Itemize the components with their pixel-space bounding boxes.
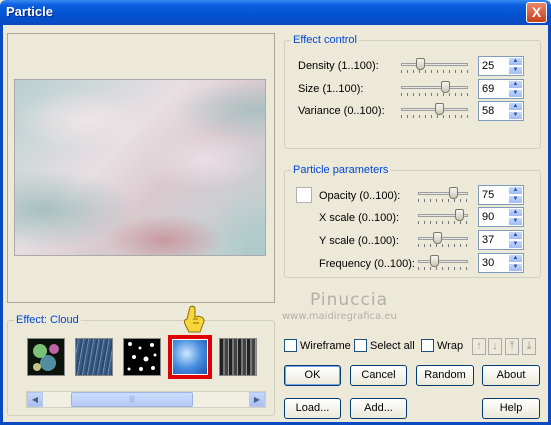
title-bar: Particle X [0,0,551,25]
wrap-checkbox[interactable] [421,339,434,352]
size-slider-thumb[interactable] [441,81,450,93]
y-scale-up-icon[interactable]: ▲ [508,231,523,240]
effect-thumb-smoke[interactable] [219,338,257,376]
density-label: Density (1..100): [298,60,379,72]
bubbles-icon [33,344,59,371]
move-bottom-icon[interactable]: ⤓ [522,338,536,355]
variance-slider[interactable] [401,103,468,118]
opacity-slider[interactable] [418,187,468,202]
help-button[interactable]: Help [482,398,540,419]
frequency-slider[interactable] [418,255,468,270]
effect-thumb-stars[interactable] [123,338,161,376]
size-spinbox[interactable]: 69 ▲ ▼ [478,79,524,99]
x-scale-slider[interactable] [418,209,468,224]
opacity-label: Opacity (0..100): [319,190,401,202]
scrollbar-thumb[interactable]: ||| [71,392,193,407]
effect-control-legend: Effect control [291,34,359,46]
frequency-slider-thumb[interactable] [430,255,439,267]
y-scale-spinbox[interactable]: 37 ▲ ▼ [478,230,524,250]
effect-scrollbar[interactable]: ◀ ||| ▶ [26,391,266,408]
y-scale-label: Y scale (0..100): [319,235,399,247]
effect-thumb-bubbles[interactable] [27,338,65,376]
opacity-checkbox[interactable] [296,187,312,203]
effect-legend: Effect: Cloud [14,314,81,326]
wireframe-label: Wireframe [300,340,351,352]
variance-up-icon[interactable]: ▲ [508,102,523,111]
wrap-label: Wrap [437,340,464,352]
x-scale-down-icon[interactable]: ▼ [508,217,523,226]
size-up-icon[interactable]: ▲ [508,80,523,89]
y-scale-down-icon[interactable]: ▼ [508,240,523,249]
particle-parameters-legend: Particle parameters [291,164,391,176]
density-up-icon[interactable]: ▲ [508,57,523,66]
density-slider[interactable] [401,58,468,73]
frequency-down-icon[interactable]: ▼ [508,263,523,272]
wireframe-checkbox[interactable] [284,339,297,352]
y-scale-value[interactable]: 37 [482,234,494,246]
stars-icon [127,342,157,371]
variance-spinbox[interactable]: 58 ▲ ▼ [478,101,524,121]
move-top-icon[interactable]: ⤒ [505,338,519,355]
density-down-icon[interactable]: ▼ [508,66,523,75]
add-button[interactable]: Add... [350,398,407,419]
frequency-spinbox[interactable]: 30 ▲ ▼ [478,253,524,273]
x-scale-spinbox[interactable]: 90 ▲ ▼ [478,207,524,227]
frequency-value[interactable]: 30 [482,257,494,269]
opacity-value[interactable]: 75 [482,189,494,201]
density-slider-thumb[interactable] [416,58,425,70]
pointer-hand-icon [183,305,205,333]
move-up-icon[interactable]: ↑ [472,338,486,355]
cancel-button[interactable]: Cancel [350,365,407,386]
opacity-up-icon[interactable]: ▲ [508,186,523,195]
opacity-slider-thumb[interactable] [449,187,458,199]
size-slider[interactable] [401,81,468,96]
opacity-spinbox[interactable]: 75 ▲ ▼ [478,185,524,205]
ok-button[interactable]: OK [284,365,341,386]
scroll-right-icon[interactable]: ▶ [249,392,265,407]
load-button[interactable]: Load... [284,398,341,419]
preview-image [14,79,266,256]
size-down-icon[interactable]: ▼ [508,89,523,98]
opacity-down-icon[interactable]: ▼ [508,195,523,204]
variance-value[interactable]: 58 [482,105,494,117]
select-all-checkbox[interactable] [354,339,367,352]
window-title: Particle [6,4,53,19]
size-value[interactable]: 69 [482,83,494,95]
effect-thumb-cloud-selected[interactable] [168,335,212,379]
variance-slider-thumb[interactable] [435,103,444,115]
effect-thumb-rain[interactable] [75,338,113,376]
random-button[interactable]: Random [416,365,474,386]
x-scale-slider-thumb[interactable] [455,209,464,221]
x-scale-up-icon[interactable]: ▲ [508,208,523,217]
scroll-left-icon[interactable]: ◀ [27,392,43,407]
move-down-icon[interactable]: ↓ [488,338,502,355]
watermark-name: Pinuccia [310,290,388,310]
density-value[interactable]: 25 [482,60,494,72]
variance-down-icon[interactable]: ▼ [508,111,523,120]
x-scale-label: X scale (0..100): [319,212,400,224]
size-label: Size (1..100): [298,83,364,95]
frequency-up-icon[interactable]: ▲ [508,254,523,263]
select-all-label: Select all [370,340,415,352]
watermark-url: www.maidiregrafica.eu [282,311,397,322]
variance-label: Variance (0..100): [298,105,385,117]
y-scale-slider[interactable] [418,232,468,247]
about-button[interactable]: About [482,365,540,386]
density-spinbox[interactable]: 25 ▲ ▼ [478,56,524,76]
x-scale-value[interactable]: 90 [482,211,494,223]
y-scale-slider-thumb[interactable] [433,232,442,244]
frequency-label: Frequency (0..100): [319,258,415,270]
close-button[interactable]: X [526,2,547,23]
